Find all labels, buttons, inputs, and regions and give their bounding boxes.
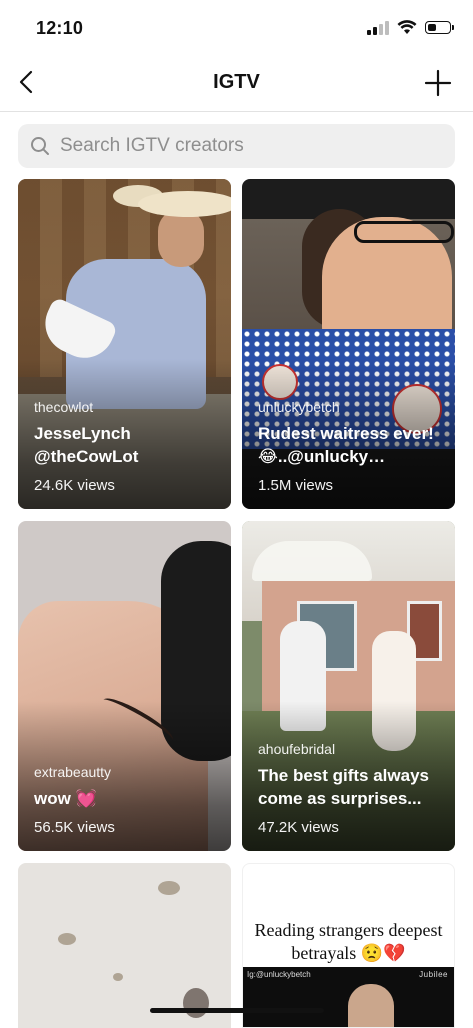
status-bar: 12:10 — [0, 0, 473, 56]
thumbnail-watermark: Ig:@unluckybetch — [247, 970, 311, 979]
creator-name: thecowlot — [34, 399, 94, 415]
search-input[interactable] — [60, 124, 440, 168]
creator-name: extrabeautty — [34, 764, 112, 780]
creator-name: ahoufebridal — [258, 741, 336, 757]
nav-bar: IGTV — [0, 56, 473, 112]
search-bar[interactable] — [18, 124, 455, 168]
video-tile-extrabeautty[interactable]: extrabeautty wow 💓 56.5K views — [18, 521, 231, 851]
thumbnail-caption: Reading strangers deepest betrayals 😟💔 — [254, 920, 443, 963]
cellular-signal-icon — [367, 20, 389, 35]
video-tile-6[interactable]: Reading strangers deepest betrayals 😟💔 I… — [242, 863, 455, 1028]
view-count: 56.5K views — [34, 819, 115, 836]
status-icons — [367, 20, 454, 35]
home-indicator[interactable] — [150, 1008, 324, 1013]
wifi-icon — [397, 20, 417, 34]
status-time: 12:10 — [36, 18, 84, 38]
creator-name: unluckybetch — [258, 399, 340, 415]
view-count: 47.2K views — [258, 819, 339, 836]
thumbnail-brand: Jubilee — [419, 970, 448, 979]
view-count: 1.5M views — [258, 477, 334, 494]
video-title: wow 💓 — [34, 789, 97, 808]
video-tile-5[interactable] — [18, 863, 231, 1028]
video-title: JesseLynch @theCowLot — [34, 424, 139, 466]
search-icon — [31, 137, 49, 155]
plus-icon[interactable] — [423, 68, 453, 98]
video-thumbnail — [18, 863, 231, 1028]
view-count: 24.6K views — [34, 477, 115, 494]
page-title: IGTV — [213, 71, 260, 93]
video-title: The best gifts always come as surprises.… — [258, 766, 429, 808]
thumbnail-person — [348, 984, 394, 1027]
video-tile-ahoufebridal[interactable]: ahoufebridal The best gifts always come … — [242, 521, 455, 851]
battery-icon — [425, 21, 454, 34]
video-tile-unluckybetch[interactable]: unluckybetch Rudest waitress ever!😂..@un… — [242, 179, 455, 509]
video-tile-thecowlot[interactable]: thecowlot JesseLynch @theCowLot 24.6K vi… — [18, 179, 231, 509]
video-title: Rudest waitress ever!😂..@unlucky… — [258, 424, 434, 466]
